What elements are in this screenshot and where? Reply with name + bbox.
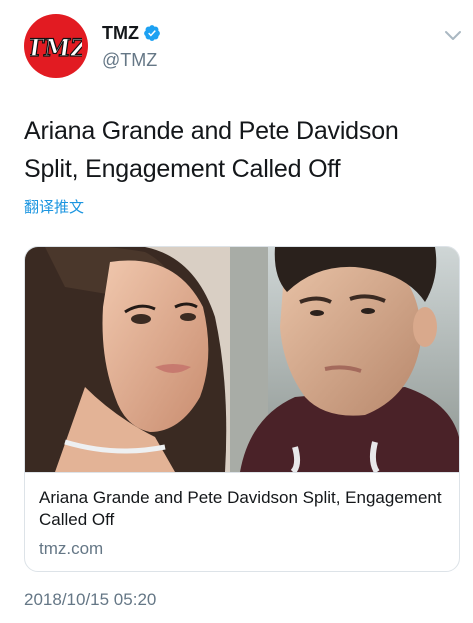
chevron-down-icon[interactable]: [444, 30, 462, 42]
card-title[interactable]: Ariana Grande and Pete Davidson Split, E…: [39, 487, 444, 531]
translate-tweet-link[interactable]: 翻译推文: [24, 196, 84, 217]
tweet-text: Ariana Grande and Pete Davidson Split, E…: [24, 117, 399, 183]
display-name[interactable]: TMZ: [102, 22, 139, 44]
verified-badge-icon: [144, 25, 160, 41]
account-name-block[interactable]: TMZ @TMZ: [102, 22, 161, 72]
svg-text:TMZ: TMZ: [30, 33, 82, 61]
tweet-header: TMZ TMZ @TMZ: [24, 14, 464, 84]
tweet-timestamp[interactable]: 2018/10/15 05:20: [24, 590, 156, 610]
avatar[interactable]: TMZ: [24, 14, 88, 78]
link-card[interactable]: Ariana Grande and Pete Davidson Split, E…: [24, 246, 460, 572]
card-body[interactable]: Ariana Grande and Pete Davidson Split, E…: [25, 472, 459, 571]
card-domain: tmz.com: [39, 539, 104, 558]
tmz-logo: TMZ: [30, 33, 82, 61]
card-image[interactable]: [25, 247, 459, 472]
handle[interactable]: @TMZ: [102, 48, 161, 72]
